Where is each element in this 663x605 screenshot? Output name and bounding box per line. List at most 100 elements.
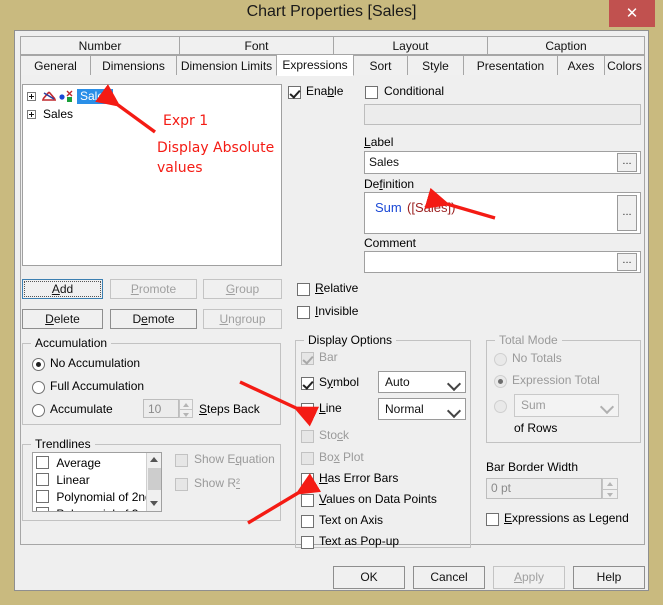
checkbox-has-error-bars[interactable] [301, 473, 314, 486]
radio-expression-total[interactable] [494, 375, 507, 388]
label-caption-label: Label [364, 135, 394, 149]
comment-browse-button[interactable]: ... [617, 253, 637, 271]
add-button[interactable]: Add [22, 279, 103, 299]
tab-dimensions[interactable]: Dimensions [90, 55, 177, 76]
radio-aggregation[interactable] [494, 400, 507, 413]
checkbox-show-r2[interactable] [175, 478, 188, 491]
trendlines-title: Trendlines [31, 437, 95, 451]
tab-caption[interactable]: Caption [487, 36, 645, 55]
spinner-up-icon[interactable] [603, 479, 617, 489]
definition-browse-button[interactable]: ... [617, 195, 637, 231]
trendlines-list[interactable]: Average Linear Polynomial of 2nd d Polyn… [32, 452, 162, 512]
label-no-totals: No Totals [512, 351, 562, 365]
label-bar: Bar [319, 350, 338, 364]
tab-axes[interactable]: Axes [557, 55, 605, 76]
checkbox-relative[interactable] [297, 283, 310, 296]
tab-colors[interactable]: Colors [604, 55, 645, 76]
bar-border-width-spinner[interactable] [602, 478, 618, 499]
bar-border-width-input[interactable]: 0 pt [486, 478, 602, 499]
ungroup-button[interactable]: Ungroup [203, 309, 282, 329]
checkbox-text-on-axis[interactable] [301, 515, 314, 528]
list-item[interactable]: Average [36, 454, 101, 471]
promote-button[interactable]: Promote [110, 279, 197, 299]
symbol-combo[interactable]: Auto [378, 371, 466, 393]
tab-style[interactable]: Style [407, 55, 464, 76]
spinner-up-icon[interactable] [180, 400, 192, 409]
expand-plus-icon[interactable] [27, 92, 36, 101]
tab-presentation[interactable]: Presentation [463, 55, 558, 76]
trendlines-scrollbar[interactable] [146, 453, 161, 511]
tab-dimension-limits[interactable]: Dimension Limits [176, 55, 277, 76]
checkbox-expressions-as-legend[interactable] [486, 513, 499, 526]
checkbox-polynomial-3rd[interactable] [36, 507, 49, 511]
annotation-expr1: Expr 1 [163, 113, 209, 129]
checkbox-line[interactable] [301, 403, 314, 416]
expand-plus-icon[interactable] [27, 110, 36, 119]
line-combo[interactable]: Normal [378, 398, 466, 420]
spinner-down-icon[interactable] [180, 408, 192, 418]
checkbox-symbol[interactable] [301, 377, 314, 390]
cancel-button[interactable]: Cancel [413, 566, 485, 589]
expression-type-icons [42, 90, 73, 102]
checkbox-stock[interactable] [301, 430, 314, 443]
definition-input[interactable]: Sum ([Sales]) [364, 192, 641, 234]
steps-back-input[interactable]: 10 [143, 399, 179, 418]
tab-font[interactable]: Font [179, 36, 334, 55]
checkbox-average[interactable] [36, 456, 49, 469]
chart-properties-window: Chart Properties [Sales] ✕ Number Font L… [0, 0, 663, 605]
checkbox-linear[interactable] [36, 473, 49, 486]
checkbox-bar[interactable] [301, 352, 314, 365]
apply-button[interactable]: Apply [493, 566, 565, 589]
label-box-plot: Box Plot [319, 450, 364, 464]
checkbox-invisible[interactable] [297, 306, 310, 319]
label-relative: Relative [315, 281, 359, 295]
checkbox-polynomial-2nd[interactable] [36, 490, 49, 503]
checkbox-text-as-popup[interactable] [301, 536, 314, 549]
list-item[interactable]: Polynomial of 3rd d [36, 505, 159, 511]
total-mode-combo[interactable]: Sum [514, 394, 619, 417]
list-item[interactable]: Polynomial of 2nd d [36, 488, 161, 505]
steps-back-spinner[interactable] [179, 399, 193, 418]
chevron-down-icon [446, 403, 462, 419]
tab-general[interactable]: General [20, 55, 91, 76]
label-show-equation: Show Equation [194, 452, 275, 466]
label-input[interactable]: Sales [364, 151, 641, 174]
checkbox-box-plot[interactable] [301, 452, 314, 465]
tab-sort[interactable]: Sort [353, 55, 408, 76]
label-invisible: Invisible [315, 304, 359, 318]
comment-input[interactable] [364, 251, 641, 273]
checkbox-enable[interactable] [288, 86, 301, 99]
group-button[interactable]: Group [203, 279, 282, 299]
delete-button[interactable]: Delete [22, 309, 103, 329]
definition-argument: ([Sales]) [407, 200, 456, 215]
label-line: Line [319, 401, 342, 415]
checkbox-values-on-data-points[interactable] [301, 494, 314, 507]
scroll-down-icon[interactable] [147, 497, 161, 511]
conditional-input[interactable] [364, 104, 641, 125]
list-item-label: Linear [56, 473, 90, 487]
tab-expressions[interactable]: Expressions [276, 54, 354, 76]
tab-layout[interactable]: Layout [333, 36, 488, 55]
checkbox-conditional[interactable] [365, 86, 378, 99]
label-browse-button[interactable]: ... [617, 153, 637, 172]
scroll-up-icon[interactable] [147, 453, 161, 467]
radio-no-accumulation[interactable] [32, 358, 45, 371]
radio-full-accumulation[interactable] [32, 381, 45, 394]
tree-node-label-selected[interactable]: Sales [77, 89, 114, 104]
ok-button[interactable]: OK [333, 566, 405, 589]
label-full-accumulation: Full Accumulation [50, 379, 145, 393]
line-combo-value: Normal [385, 402, 424, 416]
close-icon[interactable]: ✕ [609, 0, 655, 27]
radio-no-totals[interactable] [494, 353, 507, 366]
help-button[interactable]: Help [573, 566, 645, 589]
demote-button[interactable]: Demote [110, 309, 197, 329]
spinner-down-icon[interactable] [603, 488, 617, 499]
list-item[interactable]: Linear [36, 471, 90, 488]
checkbox-show-equation[interactable] [175, 454, 188, 467]
tab-number[interactable]: Number [20, 36, 180, 55]
radio-accumulate[interactable] [32, 404, 45, 417]
label-conditional: Conditional [384, 84, 445, 98]
label-enable: Enable [306, 84, 344, 98]
scrollbar-thumb[interactable] [148, 468, 161, 490]
expression-tree[interactable]: Sales Sales [22, 84, 282, 266]
